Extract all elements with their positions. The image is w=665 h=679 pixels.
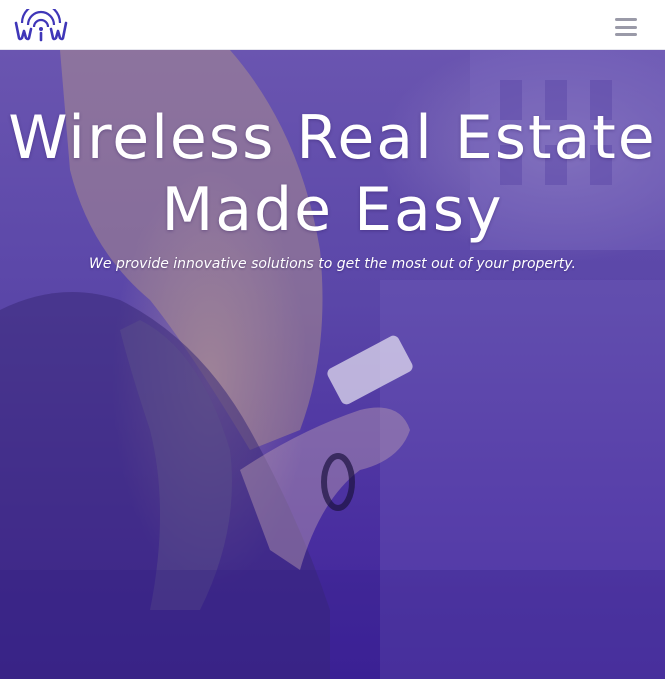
menu-bar-bottom <box>615 33 637 36</box>
hero-title-line1: Wireless Real Estate <box>8 103 657 173</box>
top-navbar <box>0 0 665 50</box>
hero-section: Wireless Real Estate Made Easy We provid… <box>0 50 665 679</box>
menu-bar-middle <box>615 25 637 29</box>
hero-title: Wireless Real Estate Made Easy <box>0 102 665 246</box>
hero-title-line2: Made Easy <box>161 175 504 245</box>
hamburger-menu-icon[interactable] <box>615 18 637 36</box>
logo-icon[interactable] <box>14 9 68 43</box>
menu-bar-top <box>615 18 637 21</box>
hero-subtitle: We provide innovative solutions to get t… <box>89 256 576 272</box>
